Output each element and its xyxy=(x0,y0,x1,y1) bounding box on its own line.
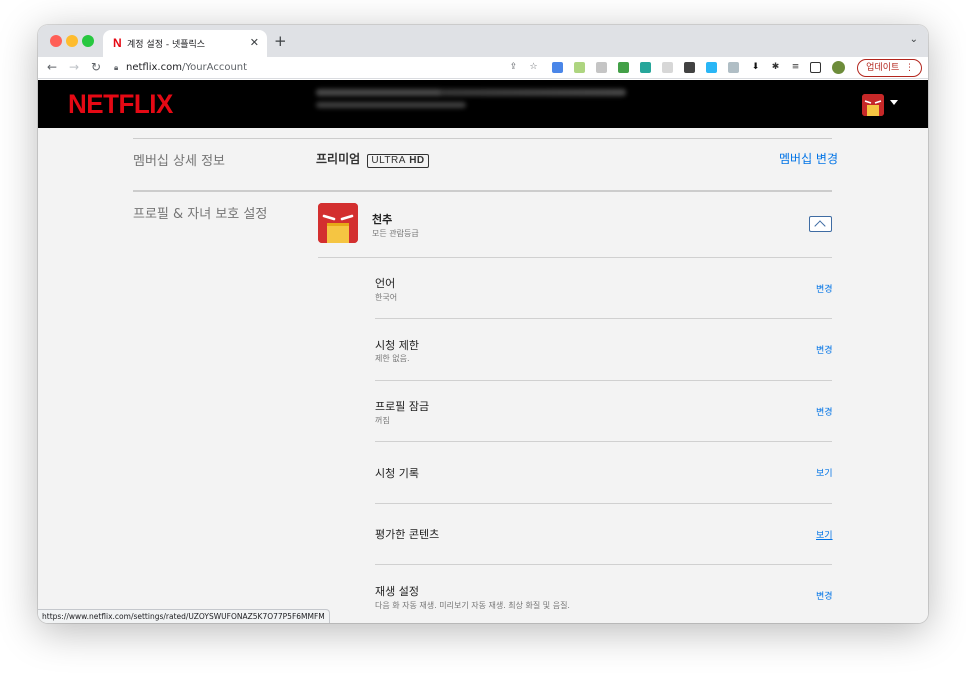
change-playback-link[interactable]: 변경 xyxy=(816,589,833,602)
setting-profile-lock-title: 프로필 잠금 xyxy=(375,400,430,413)
divider xyxy=(133,138,832,139)
row-divider xyxy=(375,503,832,504)
section-divider xyxy=(133,190,832,192)
account-caret-icon[interactable] xyxy=(890,100,898,105)
chevron-up-icon xyxy=(814,220,826,232)
puzzle-icon[interactable]: ✱ xyxy=(770,62,781,73)
blurred-banner xyxy=(316,89,636,115)
plan-info: 프리미엄 ULTRA HD xyxy=(316,150,429,168)
profile-name: 천추 xyxy=(372,213,393,226)
browser-window: N 계정 설정 - 넷플릭스 ✕ + ⌄ ← → ↻ 🔒︎ netflix.com… xyxy=(38,25,928,623)
setting-viewing-activity-title: 시청 기록 xyxy=(375,467,419,480)
account-avatar[interactable] xyxy=(862,94,884,116)
netflix-logo[interactable]: NETFLIX xyxy=(68,89,173,121)
share-icon[interactable]: ⇪ xyxy=(508,62,519,73)
extension-icon[interactable] xyxy=(618,62,629,73)
maximize-window-button[interactable] xyxy=(82,35,94,47)
update-label: 업데이트 xyxy=(866,63,900,73)
extension-icon[interactable] xyxy=(706,62,717,73)
reading-list-icon[interactable]: ≡ xyxy=(790,62,801,73)
view-ratings-link[interactable]: 보기 xyxy=(816,528,833,541)
profile-rating: 모든 관람등급 xyxy=(372,229,419,238)
tab-close-icon[interactable]: ✕ xyxy=(250,36,259,49)
account-content: 멤버십 상세 정보 프리미엄 ULTRA HD 멤버십 변경 프로필 & 자녀 … xyxy=(38,128,928,623)
row-divider xyxy=(375,564,832,565)
row-divider xyxy=(375,380,832,381)
extension-icon[interactable] xyxy=(662,62,673,73)
translate-extension-icon[interactable] xyxy=(552,62,563,73)
new-tab-button[interactable]: + xyxy=(274,32,287,50)
change-viewing-restrictions-link[interactable]: 변경 xyxy=(816,343,833,356)
profile-avatar-icon[interactable] xyxy=(832,61,845,74)
view-viewing-activity-link[interactable]: 보기 xyxy=(816,466,833,479)
address-bar[interactable]: 🔒︎ netflix.com/YourAccount xyxy=(114,59,554,77)
angry-face-avatar-icon xyxy=(318,203,358,243)
tab-search-chevron-icon[interactable]: ⌄ xyxy=(910,34,918,45)
setting-viewing-restrictions-title: 시청 제한 xyxy=(375,339,419,352)
row-divider xyxy=(318,257,832,258)
lock-icon: 🔒︎ xyxy=(114,63,119,72)
close-window-button[interactable] xyxy=(50,35,62,47)
extension-icon[interactable] xyxy=(596,62,607,73)
collapse-profile-button[interactable] xyxy=(809,216,832,232)
setting-playback-title: 재생 설정 xyxy=(375,585,419,598)
profile-avatar[interactable] xyxy=(318,203,358,243)
link-status-bar: https://www.netflix.com/settings/rated/U… xyxy=(38,609,330,623)
membership-section-label: 멤버십 상세 정보 xyxy=(133,154,225,169)
extension-icon[interactable] xyxy=(640,62,651,73)
extension-icon[interactable] xyxy=(684,62,695,73)
change-membership-link[interactable]: 멤버십 변경 xyxy=(779,150,838,167)
change-profile-lock-link[interactable]: 변경 xyxy=(816,405,833,418)
minimize-window-button[interactable] xyxy=(66,35,78,47)
setting-profile-lock-desc: 꺼짐 xyxy=(375,416,390,425)
url-path: /YourAccount xyxy=(181,62,248,73)
setting-viewing-restrictions-desc: 제한 없음. xyxy=(375,354,410,363)
netflix-favicon-icon: N xyxy=(113,36,122,50)
tab-strip: N 계정 설정 - 넷플릭스 ✕ + ⌄ xyxy=(38,25,928,57)
side-panel-icon[interactable] xyxy=(810,62,821,73)
extension-icon[interactable] xyxy=(728,62,739,73)
tab-title: 계정 설정 - 넷플릭스 xyxy=(127,40,206,50)
row-divider xyxy=(375,318,832,319)
browser-toolbar: ← → ↻ 🔒︎ netflix.com/YourAccount ⇪ ☆ ⬇ ✱ … xyxy=(38,57,928,79)
row-divider xyxy=(375,441,832,442)
shield-icon[interactable]: ⬇ xyxy=(750,62,761,73)
forward-arrow-icon[interactable]: → xyxy=(69,60,79,74)
badge-hd: HD xyxy=(409,155,425,166)
bookmark-star-icon[interactable]: ☆ xyxy=(528,62,539,73)
change-language-link[interactable]: 변경 xyxy=(816,282,833,295)
browser-tab-account[interactable]: N 계정 설정 - 넷플릭스 ✕ xyxy=(103,30,267,57)
profiles-section-label: 프로필 & 자녀 보호 설정 xyxy=(133,207,268,222)
netflix-header: NETFLIX xyxy=(38,80,928,128)
url-domain: netflix.com xyxy=(126,62,182,73)
angry-face-avatar-icon xyxy=(862,94,884,116)
setting-language-title: 언어 xyxy=(375,277,396,290)
back-arrow-icon[interactable]: ← xyxy=(47,60,57,74)
setting-language-desc: 한국어 xyxy=(375,293,398,302)
reload-icon[interactable]: ↻ xyxy=(91,60,101,74)
setting-playback-desc: 다음 화 자동 재생. 미리보기 자동 재생. 최상 화질 및 음질. xyxy=(375,601,570,610)
update-button[interactable]: 업데이트 ⋮ xyxy=(857,59,922,77)
extension-icon[interactable] xyxy=(574,62,585,73)
badge-ultra: ULTRA xyxy=(371,155,406,166)
ultra-hd-badge: ULTRA HD xyxy=(367,154,429,168)
setting-ratings-title: 평가한 콘텐츠 xyxy=(375,528,440,541)
plan-name: 프리미엄 xyxy=(316,152,361,166)
